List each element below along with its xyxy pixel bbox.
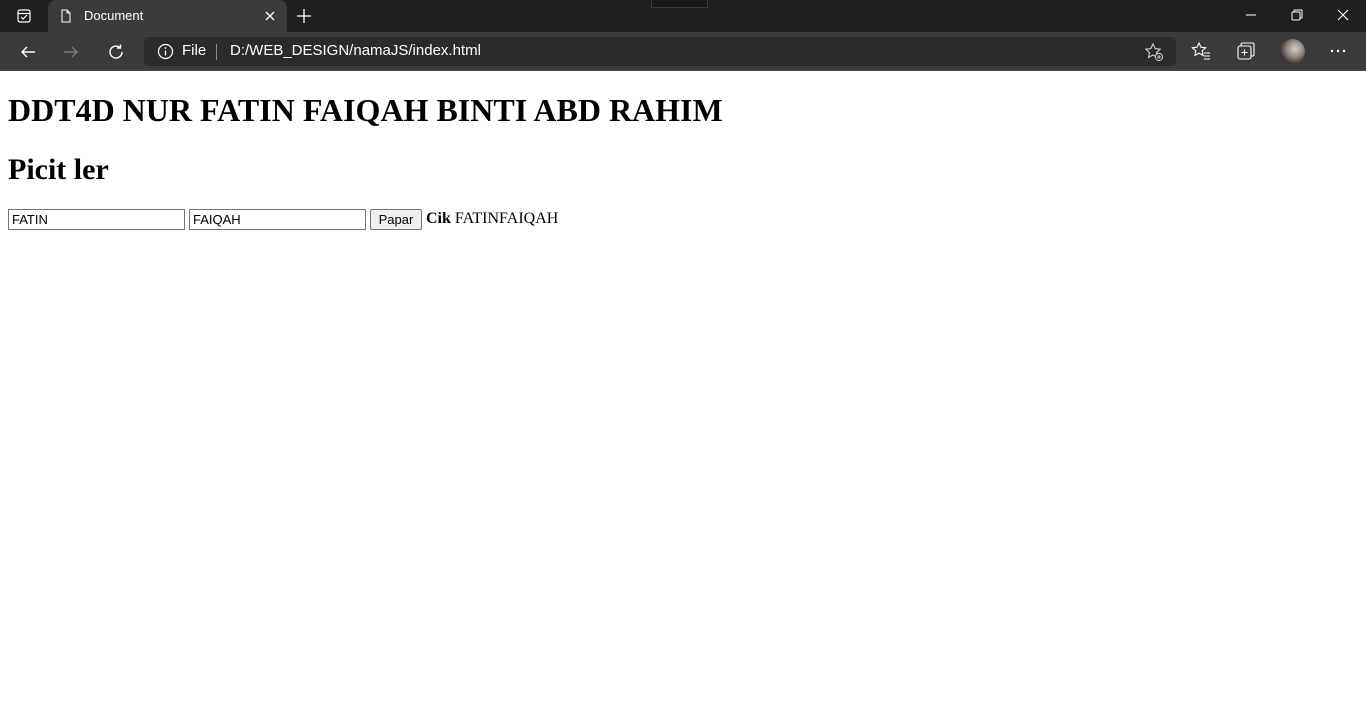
back-button[interactable] <box>14 38 42 66</box>
forward-button[interactable] <box>57 38 85 66</box>
minimize-icon <box>1246 14 1256 16</box>
more-icon <box>1330 49 1346 53</box>
url-text[interactable]: D:/WEB_DESIGN/namaJS/index.html <box>230 42 481 59</box>
address-bar[interactable]: File D:/WEB_DESIGN/namaJS/index.html <box>144 37 1176 66</box>
close-icon[interactable] <box>262 8 278 24</box>
restore-button[interactable] <box>1274 0 1320 30</box>
papar-button[interactable]: Papar <box>370 209 422 230</box>
favorites-button[interactable] <box>1190 40 1212 62</box>
tab-actions-icon <box>17 9 31 23</box>
star-add-icon[interactable] <box>1144 42 1164 62</box>
forward-arrow-icon <box>64 46 78 58</box>
reload-icon <box>109 44 123 59</box>
scheme-label[interactable]: File <box>182 42 206 59</box>
close-icon <box>1337 9 1349 21</box>
result-prefix: Cik <box>426 210 451 227</box>
plus-icon[interactable] <box>293 5 315 27</box>
last-name-input[interactable] <box>189 209 366 230</box>
avatar[interactable] <box>1280 39 1305 64</box>
tab-strip: Document <box>0 0 1366 32</box>
minimize-button[interactable] <box>1228 0 1274 30</box>
page-heading: DDT4D NUR FATIN FAIQAH BINTI ABD RAHIM <box>8 92 723 128</box>
first-name-input[interactable] <box>8 209 185 230</box>
collections-button[interactable] <box>1235 40 1257 62</box>
restore-icon <box>1291 9 1303 21</box>
back-arrow-icon <box>21 46 35 58</box>
browser-toolbar: File D:/WEB_DESIGN/namaJS/index.html <box>0 32 1366 71</box>
page-subheading: Picit ler <box>8 153 109 186</box>
result-output: Cik FATINFAIQAH <box>426 210 558 228</box>
favorites-icon <box>1191 41 1210 60</box>
tab-document[interactable]: Document <box>48 0 287 32</box>
tab-title: Document <box>84 8 144 23</box>
page-viewport: DDT4D NUR FATIN FAIQAH BINTI ABD RAHIM P… <box>0 71 1366 727</box>
reload-button[interactable] <box>102 38 130 66</box>
tab-actions-button[interactable] <box>8 4 40 28</box>
result-text: FATINFAIQAH <box>454 210 559 227</box>
close-window-button[interactable] <box>1320 0 1366 30</box>
more-button[interactable] <box>1327 40 1349 62</box>
address-separator <box>216 44 217 60</box>
info-icon[interactable] <box>157 43 174 60</box>
window-drag-handle[interactable] <box>651 0 708 8</box>
collections-icon <box>1237 42 1255 60</box>
page-icon <box>61 9 71 23</box>
